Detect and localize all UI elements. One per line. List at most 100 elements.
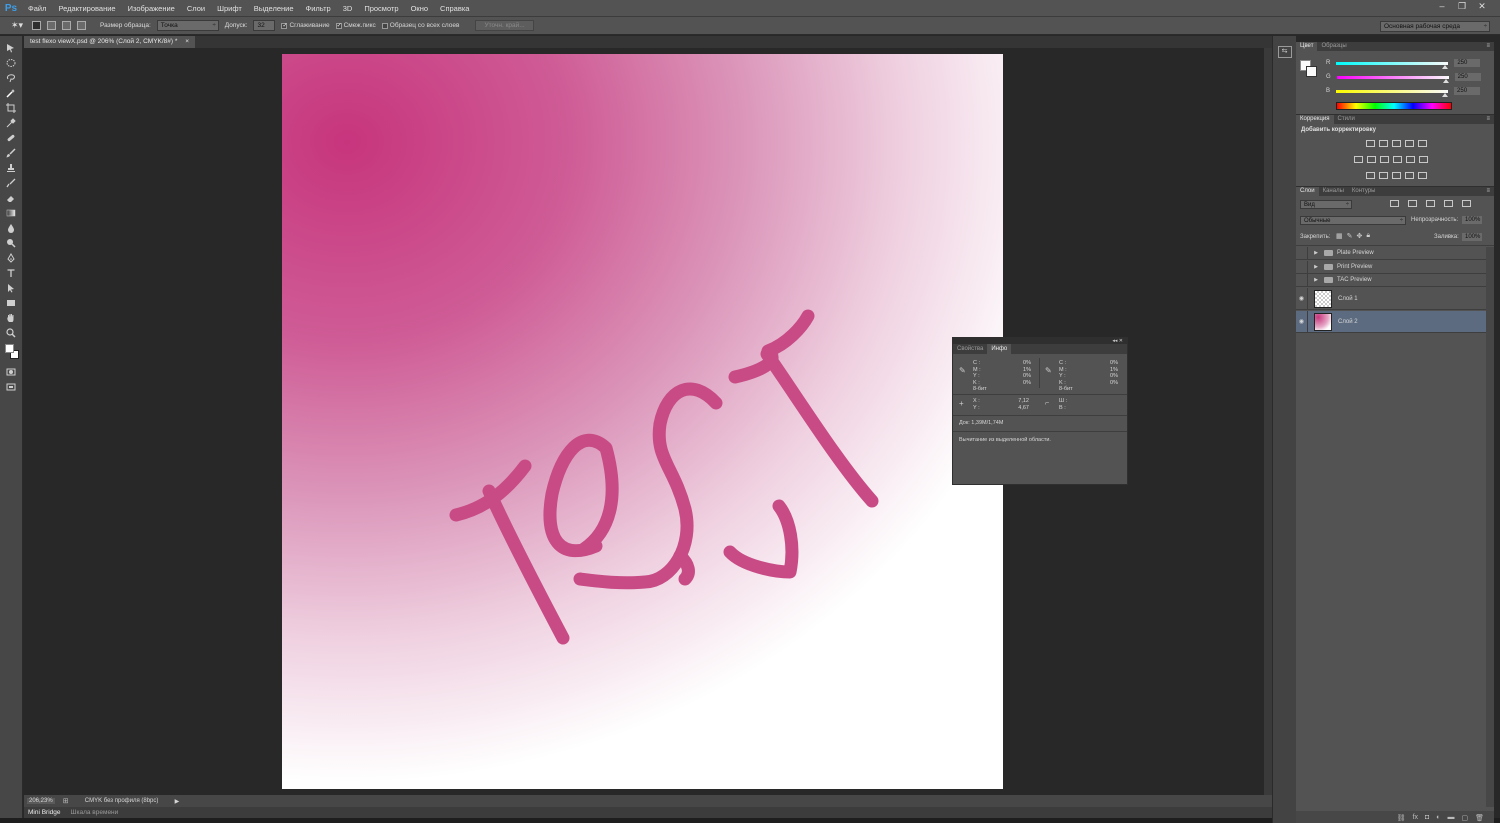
slider-knob-icon[interactable] bbox=[1442, 64, 1449, 69]
refine-edge-button[interactable]: Уточн. край... bbox=[475, 20, 534, 31]
brightness-contrast-icon[interactable] bbox=[1366, 140, 1375, 147]
intersect-selection-icon[interactable] bbox=[77, 21, 86, 30]
invert-icon[interactable] bbox=[1366, 172, 1375, 179]
eye-icon[interactable]: ◉ bbox=[1296, 287, 1308, 310]
lock-pixels-icon[interactable]: ✎ bbox=[1347, 232, 1353, 240]
vibrance-icon[interactable] bbox=[1418, 140, 1427, 147]
new-adjustment-icon[interactable]: ◐ bbox=[1436, 814, 1440, 821]
marquee-tool-icon[interactable] bbox=[2, 55, 20, 70]
threshold-icon[interactable] bbox=[1392, 172, 1401, 179]
lock-position-icon[interactable]: ✥ bbox=[1357, 232, 1363, 240]
healing-brush-tool-icon[interactable] bbox=[2, 130, 20, 145]
adjustment-filter-icon[interactable] bbox=[1408, 200, 1417, 207]
document-canvas[interactable] bbox=[282, 54, 1003, 789]
gradient-map-icon[interactable] bbox=[1418, 172, 1427, 179]
subtract-from-selection-icon[interactable] bbox=[62, 21, 71, 30]
curves-icon[interactable] bbox=[1392, 140, 1401, 147]
visibility-toggle[interactable] bbox=[1296, 261, 1308, 273]
crop-tool-icon[interactable] bbox=[2, 100, 20, 115]
tab-info[interactable]: Инфо bbox=[987, 344, 1012, 354]
panel-menu-icon[interactable]: ≡ bbox=[1486, 42, 1490, 51]
layer-filter-select[interactable]: Вид bbox=[1300, 200, 1352, 209]
tab-mini-bridge[interactable]: Mini Bridge bbox=[28, 809, 61, 816]
tab-channels[interactable]: Каналы bbox=[1319, 187, 1348, 196]
eye-icon[interactable]: ◉ bbox=[1296, 310, 1308, 333]
tab-adjustments[interactable]: Коррекция bbox=[1296, 115, 1334, 124]
red-value[interactable]: 250 bbox=[1454, 59, 1481, 67]
new-selection-icon[interactable] bbox=[32, 21, 41, 30]
blur-tool-icon[interactable] bbox=[2, 220, 20, 235]
sample-size-select[interactable]: Точка bbox=[156, 20, 219, 31]
delete-layer-icon[interactable]: 🗑︎ bbox=[1475, 814, 1484, 822]
eraser-tool-icon[interactable] bbox=[2, 190, 20, 205]
layer-row-layer-2[interactable]: ◉ Слой 2 bbox=[1296, 310, 1486, 333]
slider-knob-icon[interactable] bbox=[1442, 78, 1449, 83]
green-value[interactable]: 250 bbox=[1454, 73, 1481, 81]
gradient-tool-icon[interactable] bbox=[2, 205, 20, 220]
quick-mask-icon[interactable] bbox=[2, 364, 20, 379]
menu-help[interactable]: Справка bbox=[434, 4, 475, 13]
tab-layers[interactable]: Слои bbox=[1296, 187, 1319, 196]
menu-3d[interactable]: 3D bbox=[337, 4, 359, 13]
lock-all-icon[interactable]: 🔒︎ bbox=[1366, 232, 1370, 240]
layer-row-tac-preview[interactable]: ▶ TAC Preview bbox=[1296, 274, 1486, 287]
close-tab-icon[interactable]: × bbox=[185, 38, 189, 45]
expand-arrow-icon[interactable]: ▶ bbox=[1312, 250, 1320, 256]
hand-tool-icon[interactable] bbox=[2, 310, 20, 325]
document-tab[interactable]: test flexo viewX.psd @ 206% (Слой 2, CMY… bbox=[24, 36, 196, 48]
layer-row-print-preview[interactable]: ▶ Print Preview bbox=[1296, 261, 1486, 274]
restore-button[interactable]: ❐ bbox=[1452, 0, 1472, 12]
zoom-level[interactable]: 206,23% bbox=[27, 798, 55, 804]
tab-properties[interactable]: Свойства bbox=[953, 344, 987, 354]
menu-window[interactable]: Окно bbox=[405, 4, 434, 13]
menu-layers[interactable]: Слои bbox=[181, 4, 211, 13]
color-spectrum-ramp[interactable] bbox=[1336, 102, 1452, 110]
pixel-filter-icon[interactable] bbox=[1390, 200, 1399, 207]
sample-all-layers-checkbox[interactable]: Образец со всех слоев bbox=[381, 22, 459, 29]
magic-wand-tool-icon[interactable] bbox=[2, 85, 20, 100]
type-tool-icon[interactable] bbox=[2, 265, 20, 280]
blue-slider[interactable] bbox=[1336, 89, 1449, 97]
minimize-button[interactable]: – bbox=[1432, 0, 1452, 12]
add-mask-icon[interactable]: ◘ bbox=[1425, 814, 1429, 821]
pen-tool-icon[interactable] bbox=[2, 250, 20, 265]
history-panel-icon[interactable]: ⇆ bbox=[1277, 46, 1292, 58]
foreground-color-swatch[interactable] bbox=[5, 344, 14, 353]
tab-styles[interactable]: Стили bbox=[1334, 115, 1359, 124]
black-white-icon[interactable] bbox=[1380, 156, 1389, 163]
background-color-chip[interactable] bbox=[1306, 66, 1317, 77]
photo-filter-icon[interactable] bbox=[1393, 156, 1402, 163]
type-filter-icon[interactable] bbox=[1426, 200, 1435, 207]
canvas-vertical-scrollbar[interactable] bbox=[1264, 48, 1272, 795]
menu-edit[interactable]: Редактирование bbox=[52, 4, 121, 13]
add-to-selection-icon[interactable] bbox=[47, 21, 56, 30]
screen-mode-icon[interactable] bbox=[2, 379, 20, 394]
color-balance-icon[interactable] bbox=[1367, 156, 1376, 163]
levels-icon[interactable] bbox=[1379, 140, 1388, 147]
visibility-toggle[interactable] bbox=[1296, 247, 1308, 259]
anti-alias-checkbox[interactable]: ✓ Сглаживание bbox=[281, 22, 330, 29]
tab-timeline[interactable]: Шкала времени bbox=[71, 809, 119, 816]
layers-scrollbar[interactable] bbox=[1486, 247, 1494, 807]
magic-wand-tool-preset-icon[interactable]: ✶▾ bbox=[8, 19, 26, 33]
brush-tool-icon[interactable] bbox=[2, 145, 20, 160]
hue-saturation-icon[interactable] bbox=[1354, 156, 1363, 163]
fill-value[interactable]: 100% bbox=[1462, 233, 1482, 241]
panel-menu-icon[interactable]: ≡ bbox=[1486, 115, 1490, 124]
color-swatches[interactable] bbox=[2, 342, 20, 364]
red-slider[interactable] bbox=[1336, 61, 1449, 69]
channel-mixer-icon[interactable] bbox=[1406, 156, 1415, 163]
path-selection-tool-icon[interactable] bbox=[2, 280, 20, 295]
zoom-tool-icon[interactable] bbox=[2, 325, 20, 340]
rectangle-tool-icon[interactable] bbox=[2, 295, 20, 310]
layer-row-layer-1[interactable]: ◉ Слой 1 bbox=[1296, 287, 1486, 310]
posterize-icon[interactable] bbox=[1379, 172, 1388, 179]
history-brush-tool-icon[interactable] bbox=[2, 175, 20, 190]
smart-object-filter-icon[interactable] bbox=[1462, 200, 1471, 207]
selective-color-icon[interactable] bbox=[1405, 172, 1414, 179]
visibility-toggle[interactable] bbox=[1296, 274, 1308, 286]
menu-view[interactable]: Просмотр bbox=[358, 4, 404, 13]
expand-arrow-icon[interactable]: ▶ bbox=[1312, 264, 1320, 270]
menu-filter[interactable]: Фильтр bbox=[300, 4, 337, 13]
clone-stamp-tool-icon[interactable] bbox=[2, 160, 20, 175]
